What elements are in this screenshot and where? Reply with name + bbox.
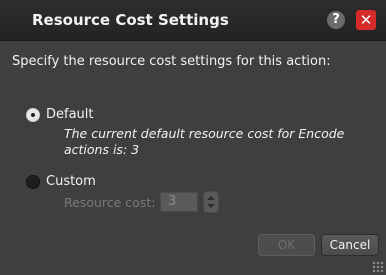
spin-up-arrow[interactable] xyxy=(207,196,215,200)
resource-cost-input[interactable]: 3 xyxy=(160,192,198,212)
default-cost-note-line1: The current default resource cost for En… xyxy=(64,126,345,141)
resource-cost-label: Resource cost: xyxy=(64,195,156,210)
resource-cost-dialog: Resource Cost Settings ? ✕ Specify the r… xyxy=(0,0,386,275)
custom-option-label[interactable]: Custom xyxy=(46,174,96,189)
resize-grip-icon[interactable] xyxy=(372,261,384,273)
spin-down-arrow[interactable] xyxy=(207,204,215,208)
cancel-button[interactable]: Cancel xyxy=(321,234,379,256)
spinner-icon[interactable] xyxy=(203,191,219,213)
default-cost-note-line2: actions is: 3 xyxy=(64,142,140,157)
custom-radio[interactable] xyxy=(26,175,40,189)
dialog-title: Resource Cost Settings xyxy=(32,11,229,29)
ok-button[interactable]: OK xyxy=(258,234,315,256)
default-option-label[interactable]: Default xyxy=(46,107,94,122)
instruction-text: Specify the resource cost settings for t… xyxy=(12,54,331,69)
close-icon[interactable]: ✕ xyxy=(356,10,376,30)
radio-selected-dot xyxy=(31,113,35,117)
help-icon[interactable]: ? xyxy=(327,11,345,29)
default-radio[interactable] xyxy=(26,108,40,122)
title-bar[interactable]: Resource Cost Settings ? ✕ xyxy=(0,0,386,41)
